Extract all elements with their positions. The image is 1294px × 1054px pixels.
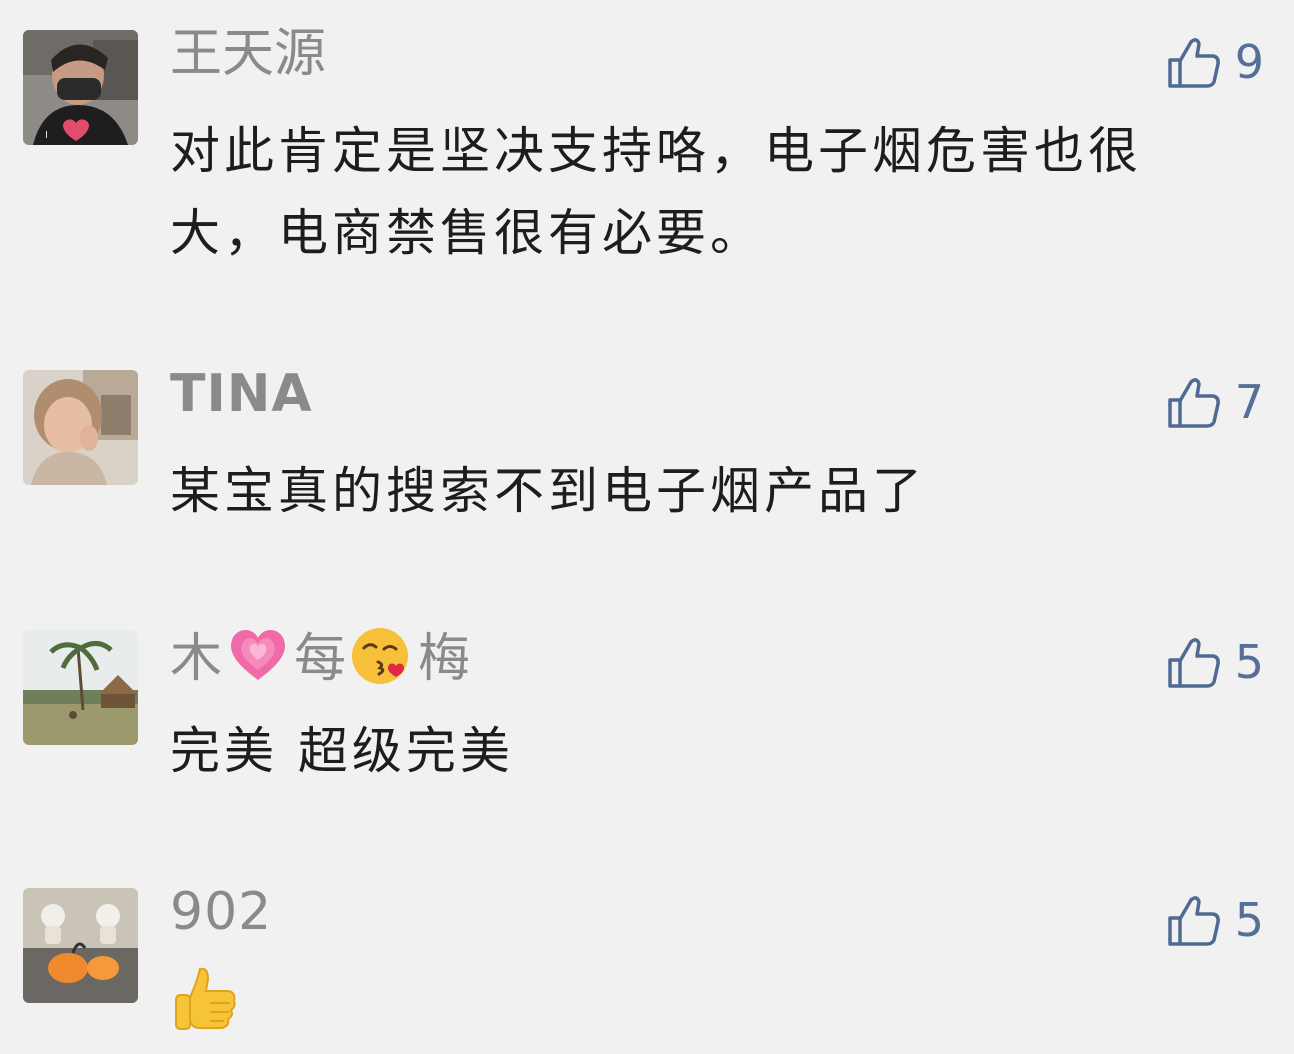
- beach-avatar: [23, 630, 138, 745]
- like-count: 7: [1234, 375, 1264, 429]
- thumbs-up-icon: [1167, 38, 1220, 88]
- comment-list: I 王天源 9 对此肯定是坚决支持咯，电子烟危害也很大，电商禁售很有必要。 TI…: [0, 0, 1294, 1054]
- woman-avatar: [23, 370, 138, 485]
- comment-reaction: [170, 963, 242, 1039]
- comment-text: 某宝真的搜索不到电子烟产品了: [170, 462, 926, 520]
- svg-text:I: I: [45, 130, 48, 141]
- comment-text: 完美 超级完美: [170, 722, 514, 780]
- like-button[interactable]: 5: [1165, 890, 1264, 950]
- like-button[interactable]: 7: [1165, 372, 1264, 432]
- thumbs-up-icon: [1167, 638, 1220, 688]
- toy-figures-avatar: [23, 888, 138, 1003]
- author-name[interactable]: 王天源: [170, 22, 326, 86]
- person-mask-avatar: I: [23, 30, 138, 145]
- growing-heart-emoji: [231, 629, 286, 680]
- like-count: 5: [1234, 893, 1264, 947]
- thumbs-up-emoji: [175, 967, 236, 1030]
- like-button[interactable]: 5: [1165, 632, 1264, 692]
- comment-text: 对此肯定是坚决支持咯，电子烟危害也很大，电商禁售很有必要。: [170, 122, 1142, 262]
- avatar[interactable]: [23, 370, 138, 485]
- kissing-face-emoji: [352, 628, 409, 684]
- like-count: 5: [1234, 635, 1264, 689]
- avatar[interactable]: I: [23, 30, 138, 145]
- author-name[interactable]: 木 每 梅: [170, 622, 470, 691]
- author-name[interactable]: 902: [170, 880, 272, 944]
- like-button[interactable]: 9: [1165, 32, 1264, 92]
- avatar[interactable]: [23, 630, 138, 745]
- thumbs-up-icon: [1167, 896, 1220, 946]
- like-count: 9: [1234, 35, 1264, 89]
- author-name[interactable]: TINA: [170, 362, 313, 426]
- avatar[interactable]: [23, 888, 138, 1003]
- thumbs-up-icon: [1167, 378, 1220, 428]
